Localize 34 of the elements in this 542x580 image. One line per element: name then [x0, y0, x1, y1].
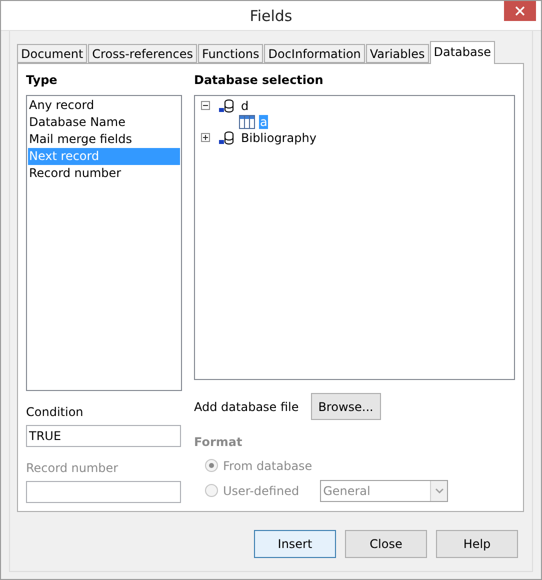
tab[interactable]: Document — [17, 44, 88, 63]
close-button[interactable] — [504, 1, 536, 21]
tab[interactable]: DocInformation — [264, 44, 365, 63]
section-heading: Type — [26, 73, 58, 89]
dialog-button[interactable]: Insert — [254, 530, 336, 558]
radio-label: From database — [223, 458, 312, 473]
tab[interactable]: Database — [430, 41, 496, 64]
list-item[interactable]: Any record — [28, 96, 180, 114]
list-item[interactable]: Mail merge fields — [28, 130, 180, 148]
tab[interactable]: Variables — [366, 44, 429, 63]
field-label: Add database file — [194, 400, 299, 414]
browse-button[interactable]: Browse... — [310, 393, 381, 420]
tab[interactable]: Functions — [198, 44, 264, 63]
section-heading: Format — [194, 434, 244, 451]
database-icon — [218, 130, 236, 146]
expand-icon[interactable] — [201, 133, 210, 142]
radio-label: User-defined — [223, 484, 300, 498]
tree-item[interactable]: Bibliography — [240, 130, 318, 145]
chevron-down-icon — [434, 488, 444, 494]
dialog-button[interactable]: Help — [436, 530, 518, 558]
close-icon — [515, 6, 525, 16]
list-item[interactable]: Database Name — [28, 114, 180, 131]
field-label: Condition — [26, 405, 84, 420]
list-item[interactable]: Record number — [28, 164, 180, 182]
section-heading: Database selection — [194, 73, 324, 89]
table-icon — [239, 114, 255, 129]
tab[interactable]: Cross-references — [88, 44, 197, 63]
tree-item[interactable]: d — [240, 98, 250, 113]
database-icon — [218, 98, 236, 114]
collapse-icon[interactable] — [201, 101, 210, 110]
dialog-button[interactable]: Close — [345, 530, 427, 558]
window-title: Fields — [250, 6, 292, 24]
condition-field[interactable]: TRUE — [26, 425, 181, 448]
field-label: Record number — [26, 461, 120, 476]
